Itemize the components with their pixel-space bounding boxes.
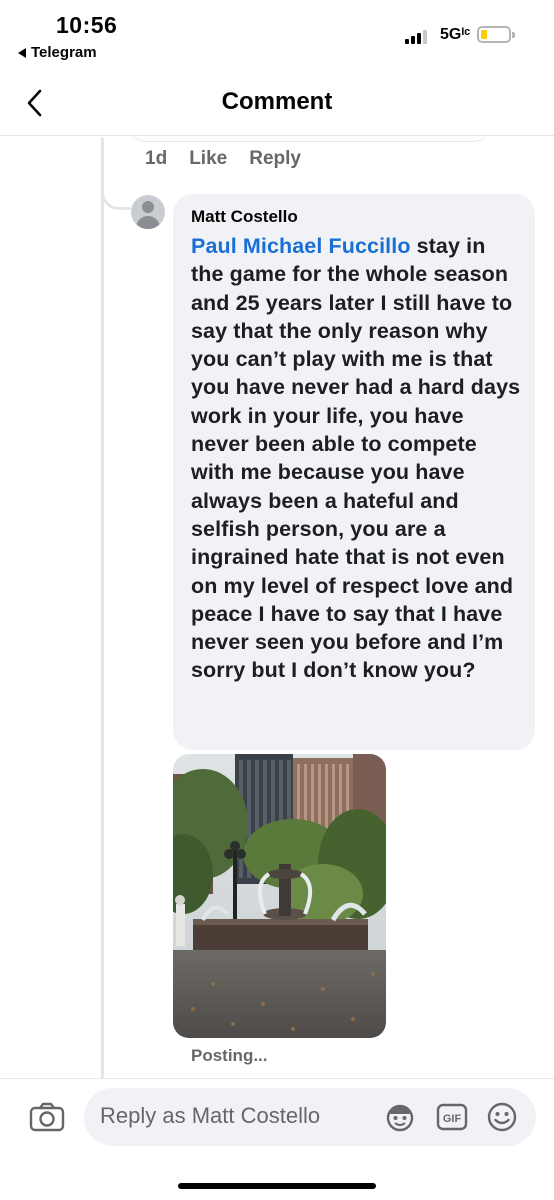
reply-input[interactable]: Reply as Matt Costello GIF (84, 1088, 536, 1146)
reply-input-placeholder: Reply as Matt Costello (100, 1103, 321, 1128)
gif-icon: GIF (436, 1103, 468, 1131)
avatar-head (142, 201, 154, 213)
thread-line (101, 138, 104, 1078)
back-triangle-icon (18, 47, 26, 58)
reply-button[interactable]: Reply (249, 148, 301, 170)
comment-text: Paul Michael Fuccillo stay in the game f… (191, 232, 521, 685)
comment-author[interactable]: Matt Costello (191, 206, 521, 228)
parent-comment-bubble-edge (130, 124, 490, 142)
like-button[interactable]: Like (189, 148, 227, 170)
emoji-button[interactable] (486, 1101, 518, 1133)
parent-comment-actions: 1d Like Reply (145, 148, 301, 170)
avatar[interactable] (131, 195, 165, 229)
reply-composer: Reply as Matt Costello GIF (0, 1078, 554, 1200)
camera-icon (29, 1102, 65, 1132)
home-indicator[interactable] (178, 1183, 376, 1189)
avatar-sticker-icon (386, 1104, 414, 1132)
network-type: 5Gᴵᶜ (440, 26, 471, 43)
emoji-icon (487, 1102, 517, 1132)
back-app-label: Telegram (31, 44, 97, 61)
svg-text:GIF: GIF (443, 1113, 462, 1125)
avatar-body (136, 216, 160, 229)
page-title: Comment (221, 88, 333, 115)
park-fountain-image (173, 754, 386, 1038)
mention-link[interactable]: Paul Michael Fuccillo (191, 234, 411, 258)
camera-button[interactable] (28, 1101, 66, 1133)
posting-status: Posting... (191, 1046, 268, 1065)
status-bar: 10:56 Telegram 5Gᴵᶜ (0, 0, 554, 70)
back-to-app-link[interactable]: Telegram (18, 44, 97, 61)
battery-icon (477, 26, 515, 43)
comment-bubble[interactable]: Matt Costello Paul Michael Fuccillo stay… (173, 194, 535, 750)
avatar-sticker-button[interactable] (384, 1101, 416, 1133)
thread-branch (101, 168, 131, 210)
comment-body: stay in the game for the whole season an… (191, 234, 521, 683)
gif-button[interactable]: GIF (436, 1103, 468, 1131)
status-time: 10:56 (56, 12, 118, 38)
signal-strength-icon (405, 28, 427, 44)
attached-photo[interactable] (173, 754, 386, 1038)
comment-timestamp: 1d (145, 148, 168, 169)
